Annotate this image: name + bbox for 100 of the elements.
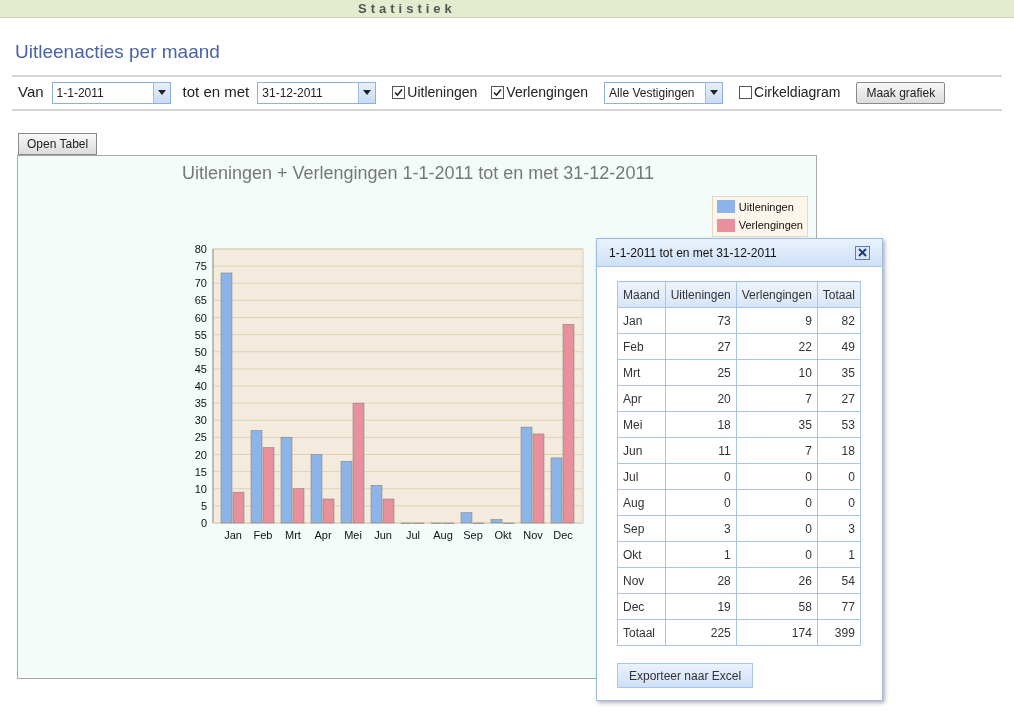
- table-cell: Dec: [617, 593, 666, 620]
- caret-icon: [157, 90, 166, 95]
- table-cell: 20: [665, 385, 737, 412]
- table-cell: 0: [736, 515, 818, 542]
- axis-tick-label: 55: [194, 328, 207, 341]
- table-cell: 0: [665, 489, 737, 516]
- table-cell: 73: [665, 307, 737, 334]
- to-label: tot en met: [182, 82, 250, 103]
- axis-tick-label: 40: [194, 379, 207, 392]
- table-cell: 53: [817, 411, 861, 438]
- export-button[interactable]: Exporteer naar Excel: [617, 663, 754, 688]
- dialog-title: 1-1-2011 tot en met 31-12-2011: [609, 244, 777, 262]
- table-cell: 0: [736, 463, 818, 490]
- column-header: Maand: [617, 281, 666, 308]
- header-title: Statistiek: [358, 0, 456, 18]
- caret-icon: [363, 90, 372, 95]
- axis-tick-label: 5: [200, 499, 207, 512]
- table-cell: Aug: [617, 489, 666, 516]
- table-cell: Mei: [617, 411, 666, 438]
- table-cell: 9: [736, 307, 818, 334]
- axis-tick-label: 70: [194, 276, 207, 289]
- table-cell: 28: [665, 567, 737, 594]
- table-cell: 54: [817, 567, 861, 594]
- dropdown-field[interactable]: Alle Vestigingen: [604, 81, 724, 104]
- caret-icon: [710, 90, 719, 95]
- column-header: Verlengingen: [736, 281, 818, 308]
- table-cell: 0: [817, 463, 861, 490]
- table-cell: 0: [665, 463, 737, 490]
- axis-category-label: Mei: [344, 528, 362, 541]
- dropdown-button[interactable]: [152, 82, 170, 103]
- axis-tick-label: 25: [194, 430, 207, 443]
- open-table-button[interactable]: Open Tabel: [18, 132, 98, 155]
- axis-tick-label: 0: [200, 516, 207, 529]
- table-cell: Jan: [617, 307, 666, 334]
- total-cell: Totaal: [617, 619, 666, 646]
- table-cell: Nov: [617, 567, 666, 594]
- table-cell: Jul: [617, 463, 666, 490]
- table-cell: 49: [817, 333, 861, 360]
- checkbox[interactable]: [491, 86, 505, 99]
- close-button[interactable]: [855, 245, 870, 260]
- table-cell: 3: [665, 515, 737, 542]
- table-cell: 7: [736, 437, 818, 464]
- axis-tick-label: 80: [194, 242, 207, 255]
- chart-title: Uitleningen + Verlengingen 1-1-2011 tot en met 31-12-2011: [181, 162, 655, 183]
- table-cell: 58: [736, 593, 818, 620]
- axis-category-label: Jan: [224, 528, 242, 541]
- from-label: Van: [18, 82, 44, 103]
- table-cell: 3: [817, 515, 861, 542]
- table-cell: Sep: [617, 515, 666, 542]
- table-cell: 77: [817, 593, 861, 620]
- table-cell: Okt: [617, 541, 666, 568]
- dropdown-field[interactable]: 1-1-2011: [51, 81, 171, 104]
- axis-tick-label: 75: [194, 259, 207, 272]
- check-icon: [394, 88, 404, 97]
- checkbox[interactable]: [392, 86, 406, 99]
- table-cell: 0: [736, 489, 818, 516]
- table-cell: 10: [736, 359, 818, 386]
- table-cell: Jun: [617, 437, 666, 464]
- axis-category-label: Apr: [314, 528, 332, 541]
- dropdown-button[interactable]: [358, 82, 376, 103]
- table-cell: 27: [665, 333, 737, 360]
- table-cell: 22: [736, 333, 818, 360]
- table-cell: Feb: [617, 333, 666, 360]
- check-icon: [493, 88, 503, 97]
- checkbox-label: Uitleningen: [407, 83, 478, 102]
- axis-category-label: Jul: [405, 528, 421, 541]
- total-cell: 399: [817, 619, 861, 646]
- table-cell: 0: [736, 541, 818, 568]
- axis-category-label: Sep: [463, 528, 483, 541]
- table-cell: 26: [736, 567, 818, 594]
- column-header: Totaal: [817, 281, 861, 308]
- checkbox-label: Cirkeldiagram: [754, 83, 841, 102]
- checkbox[interactable]: [739, 86, 753, 99]
- axis-tick-label: 50: [194, 345, 207, 358]
- table-cell: Mrt: [617, 359, 666, 386]
- make-chart-button[interactable]: Maak grafiek: [856, 81, 946, 104]
- table-cell: Apr: [617, 385, 666, 412]
- dropdown-button[interactable]: [705, 82, 723, 103]
- axis-tick-label: 45: [194, 362, 207, 375]
- legend-label: Uitleningen: [738, 199, 794, 215]
- column-header: Uitleningen: [665, 281, 737, 308]
- axis-tick-label: 60: [194, 311, 207, 323]
- axis-category-label: Jun: [374, 528, 392, 541]
- page-title: Uitleenacties per maand: [14, 40, 221, 64]
- table-cell: 82: [817, 307, 861, 334]
- axis-category-label: Mrt: [285, 528, 301, 541]
- axis-tick-label: 20: [194, 448, 207, 460]
- axis-tick-label: 35: [194, 396, 207, 409]
- table-cell: 18: [817, 437, 861, 464]
- axis-category-label: Nov: [523, 528, 543, 541]
- table-cell: 18: [665, 411, 737, 438]
- table-cell: 1: [665, 541, 737, 568]
- axis-category-label: Feb: [253, 528, 273, 541]
- dropdown-field[interactable]: 31-12-2011: [257, 81, 377, 104]
- close-icon: [858, 248, 867, 257]
- total-cell: 225: [665, 619, 737, 646]
- axis-tick-label: 10: [194, 482, 207, 495]
- axis-category-label: Aug: [433, 528, 453, 541]
- table-cell: 1: [817, 541, 861, 568]
- axis-category-label: Okt: [494, 528, 512, 541]
